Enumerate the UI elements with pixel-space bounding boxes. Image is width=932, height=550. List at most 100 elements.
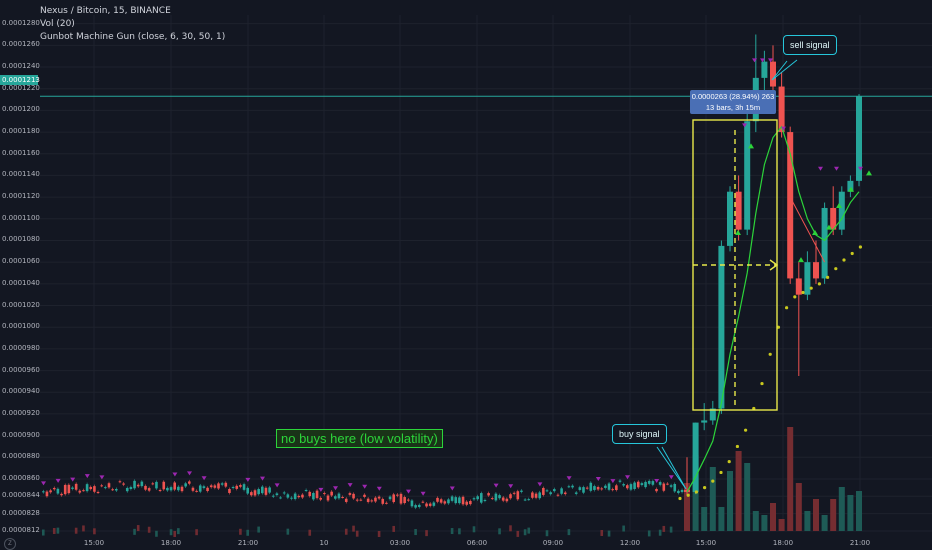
volume-bar bbox=[155, 530, 158, 537]
price-tick-label: 0.0000920 bbox=[2, 408, 40, 417]
candle-body bbox=[677, 490, 680, 494]
candle-body bbox=[198, 485, 202, 492]
candle-body bbox=[118, 481, 122, 483]
candle-body bbox=[242, 484, 246, 490]
volume-bar bbox=[821, 515, 828, 531]
candle-body bbox=[366, 498, 370, 502]
volume-bar bbox=[352, 525, 355, 532]
candle-body bbox=[560, 488, 563, 494]
symbol-legend: Nexus / Bitcoin, 15, BINANCE bbox=[40, 6, 171, 16]
price-tick-label: 0.0001040 bbox=[2, 278, 40, 287]
volume-bar bbox=[787, 427, 794, 531]
candle-body bbox=[414, 505, 417, 508]
candle-body bbox=[512, 492, 516, 494]
price-tick-label: 0.0001180 bbox=[2, 127, 40, 136]
candle-body bbox=[315, 490, 319, 499]
candle-body bbox=[140, 481, 144, 487]
candle-body bbox=[184, 483, 187, 487]
trail-dot bbox=[826, 275, 830, 279]
candle-body bbox=[297, 495, 301, 498]
candle-body bbox=[425, 503, 428, 507]
candle-body bbox=[465, 501, 468, 505]
volume-bar bbox=[173, 530, 176, 537]
buy-signal-callout: buy signal bbox=[612, 424, 667, 444]
candle-body bbox=[206, 487, 209, 492]
volume-bar bbox=[177, 528, 180, 535]
candle-body bbox=[279, 497, 282, 499]
candle-body bbox=[770, 61, 776, 87]
candle-body bbox=[549, 492, 552, 495]
candle-body bbox=[469, 500, 472, 505]
candle-body bbox=[553, 489, 556, 492]
candle-body bbox=[662, 483, 666, 491]
price-tick-label: 0.0000880 bbox=[2, 452, 40, 461]
sell-marker bbox=[508, 484, 514, 489]
volume-bar bbox=[847, 495, 854, 531]
measure-price-change: 0.0000263 (28.94%) 263 bbox=[691, 92, 775, 101]
candle-body bbox=[388, 496, 392, 500]
candle-body bbox=[359, 499, 363, 501]
low-volatility-note: no buys here (low volatility) bbox=[276, 429, 443, 448]
candle-body bbox=[224, 482, 228, 487]
candle-body bbox=[618, 480, 622, 482]
candle-body bbox=[93, 486, 96, 492]
candle-body bbox=[326, 495, 330, 501]
current-price-label: 0.0001213 bbox=[0, 75, 40, 85]
buy-marker bbox=[866, 170, 872, 176]
sell-marker bbox=[245, 477, 251, 482]
time-tick-label: 12:00 bbox=[619, 539, 641, 547]
candle-body bbox=[838, 191, 845, 230]
time-tick-label: 15:00 bbox=[695, 539, 717, 547]
trail-dot bbox=[785, 306, 789, 310]
sell-marker bbox=[172, 472, 178, 477]
candle-body bbox=[501, 497, 505, 501]
sell-marker bbox=[610, 479, 616, 484]
price-chart[interactable] bbox=[0, 0, 932, 550]
volume-bar bbox=[392, 525, 395, 532]
volume-bar bbox=[472, 526, 476, 533]
price-tick-label: 0.0001060 bbox=[2, 257, 40, 266]
volume-bar bbox=[246, 529, 249, 536]
candle-body bbox=[563, 492, 567, 495]
price-tick-label: 0.0000940 bbox=[2, 387, 40, 396]
sell-marker bbox=[376, 486, 382, 491]
candle-body bbox=[111, 489, 114, 491]
volume-bar bbox=[93, 528, 96, 535]
price-tick-label: 0.0000828 bbox=[2, 508, 40, 517]
volume-bar bbox=[52, 528, 56, 535]
candle-body bbox=[220, 483, 224, 485]
candle-body bbox=[458, 497, 461, 504]
price-tick-label: 0.0001280 bbox=[2, 18, 40, 27]
volume-bar bbox=[308, 529, 312, 536]
price-tick-label: 0.0001140 bbox=[2, 170, 40, 179]
sell-marker bbox=[55, 478, 61, 483]
candle-body bbox=[516, 491, 520, 500]
candle-body bbox=[585, 487, 589, 489]
volume-bar bbox=[662, 525, 666, 532]
volume-bar bbox=[42, 529, 45, 536]
volume-bar bbox=[709, 467, 716, 531]
candle-body bbox=[323, 493, 326, 495]
trail-dot bbox=[858, 245, 863, 249]
volume-bar bbox=[82, 525, 85, 532]
candle-body bbox=[334, 496, 337, 499]
candle-body bbox=[202, 486, 206, 489]
candle-body bbox=[680, 489, 684, 493]
trail-dot bbox=[850, 251, 854, 256]
timezone-toggle-icon[interactable]: Z bbox=[4, 538, 16, 550]
trail-dot bbox=[727, 460, 731, 464]
sell-marker bbox=[84, 474, 90, 479]
sell-marker bbox=[406, 489, 411, 494]
candle-body bbox=[407, 499, 410, 501]
candle-body bbox=[494, 493, 498, 501]
candle-body bbox=[271, 495, 275, 497]
candle-body bbox=[669, 485, 673, 487]
candle-body bbox=[89, 486, 93, 490]
volume-bar bbox=[498, 528, 501, 535]
volume-bar bbox=[147, 526, 151, 533]
candle-body bbox=[337, 493, 341, 499]
price-tick-label: 0.0000844 bbox=[2, 491, 40, 500]
time-tick-label: 21:00 bbox=[849, 539, 871, 547]
trail-dot bbox=[809, 286, 813, 290]
volume-bar bbox=[239, 528, 242, 535]
